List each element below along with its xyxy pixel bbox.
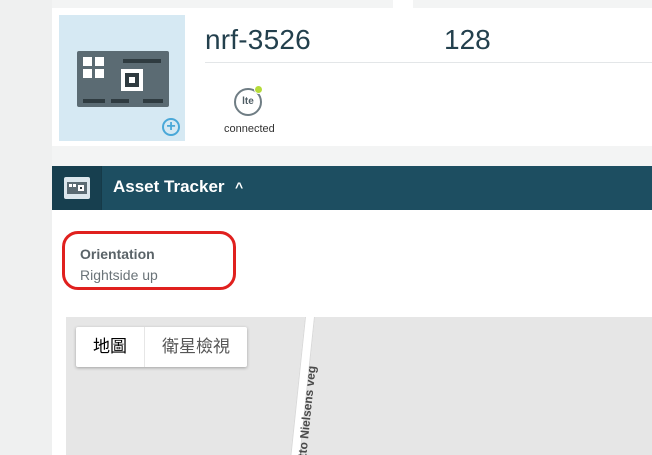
asset-tracker-icon-box: [52, 166, 102, 210]
map-view[interactable]: Otto Nielsens veg 地圖 衛星檢視: [66, 317, 652, 455]
device-number: 128: [444, 24, 491, 55]
network-status-label: connected: [224, 123, 275, 135]
satellite-button[interactable]: 衛星檢視: [144, 327, 247, 367]
asset-tracker-icon: [64, 177, 90, 199]
device-name: nrf-3526: [205, 24, 311, 55]
orientation-highlight: [62, 231, 236, 290]
plus-circle-icon[interactable]: +: [162, 118, 180, 136]
page-background: [0, 0, 52, 455]
network-status-dot: [254, 85, 263, 94]
header-divider: [205, 62, 652, 63]
asset-tracker-header[interactable]: Asset Tracker ^: [52, 166, 652, 210]
map-type-control: 地圖 衛星檢視: [76, 327, 247, 367]
map-button[interactable]: 地圖: [76, 327, 144, 367]
device-card: + nrf-3526 128 lte connected: [52, 8, 652, 146]
chevron-up-icon[interactable]: ^: [235, 179, 243, 195]
device-thumbnail[interactable]: +: [59, 15, 185, 141]
asset-tracker-title: Asset Tracker: [113, 177, 225, 196]
